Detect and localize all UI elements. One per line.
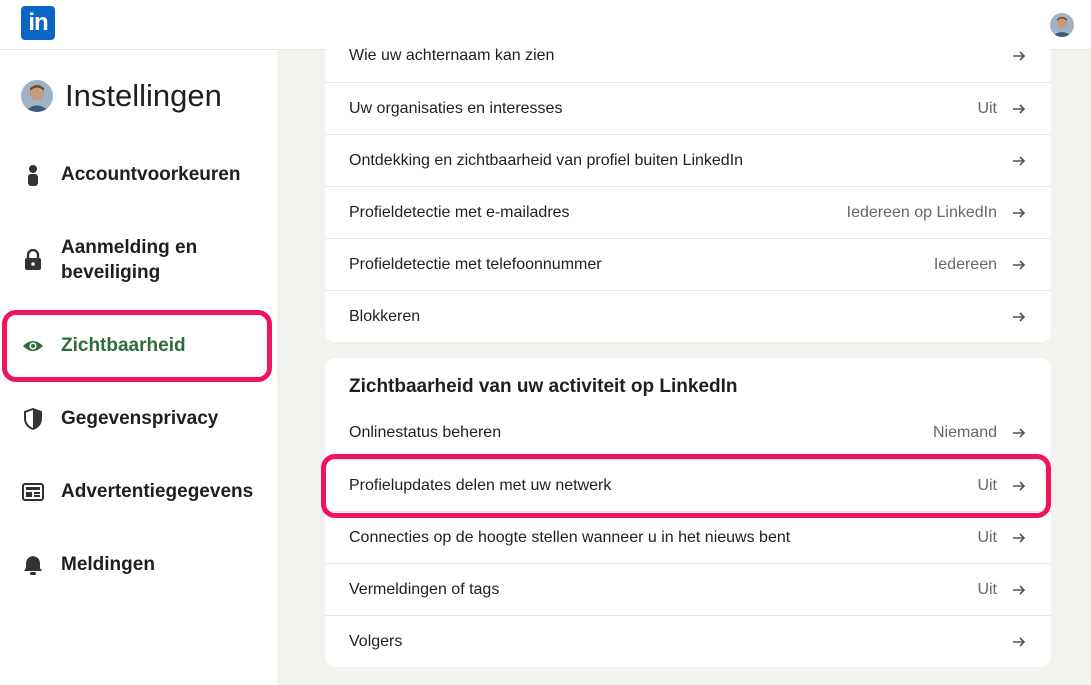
setting-label: Onlinestatus beheren xyxy=(349,424,502,441)
arrow-right-icon xyxy=(1011,634,1027,650)
setting-value: Uit xyxy=(977,99,997,117)
settings-header: Instellingen xyxy=(21,78,222,114)
setting-row-onlinestatus[interactable]: Onlinestatus beheren Niemand xyxy=(325,407,1051,459)
setting-row-email-detectie[interactable]: Profieldetectie met e-mailadres Iedereen… xyxy=(325,186,1051,238)
profile-visibility-card: Wie uw achternaam kan zien Uw organisati… xyxy=(325,30,1051,342)
sidebar-item-aanmelding-en-beveiliging[interactable]: Aanmelding en beveiliging xyxy=(22,235,272,285)
setting-label: Blokkeren xyxy=(349,307,421,325)
lock-icon xyxy=(22,249,44,271)
setting-label: Connecties op de hoogte stellen wanneer … xyxy=(349,528,791,546)
shield-icon xyxy=(22,407,44,430)
setting-row-organisaties[interactable]: Uw organisaties en interesses Uit xyxy=(325,82,1051,134)
arrow-right-icon xyxy=(1011,530,1027,546)
arrow-right-icon xyxy=(1011,425,1027,441)
newspaper-icon xyxy=(22,481,44,503)
setting-row-vermeldingen[interactable]: Vermeldingen of tags Uit xyxy=(325,563,1051,615)
avatar[interactable] xyxy=(1050,13,1074,37)
arrow-right-icon xyxy=(1011,257,1027,273)
setting-value: Iedereen op LinkedIn xyxy=(846,203,997,221)
person-icon xyxy=(22,164,44,186)
page-title: Instellingen xyxy=(65,78,222,113)
sidebar-item-label: Meldingen xyxy=(61,554,155,575)
linkedin-logo[interactable]: in xyxy=(21,6,55,40)
arrow-right-icon xyxy=(1011,582,1027,598)
setting-row-volgers[interactable]: Volgers xyxy=(325,615,1051,667)
setting-label: Profieldetectie met telefoonnummer xyxy=(349,255,602,273)
setting-label: Profieldetectie met e-mailadres xyxy=(349,203,570,221)
sidebar-item-label: Advertentiegegevens xyxy=(61,481,254,502)
section-title: Zichtbaarheid van uw activiteit op Linke… xyxy=(349,376,738,397)
sidebar-item-label: Accountvoorkeuren xyxy=(61,164,241,185)
sidebar-item-gegevensprivacy[interactable]: Gegevensprivacy xyxy=(22,406,272,431)
setting-value: Uit xyxy=(977,580,997,598)
setting-value: Iedereen xyxy=(933,255,997,273)
arrow-right-icon xyxy=(1011,101,1027,117)
setting-value: Niemand xyxy=(932,424,997,441)
sidebar-item-label: Aanmelding en beveiliging xyxy=(61,237,198,283)
avatar xyxy=(21,80,53,112)
sidebar-item-accountvoorkeuren[interactable]: Accountvoorkeuren xyxy=(22,162,272,187)
setting-label: Ontdekking en zichtbaarheid van profiel … xyxy=(349,151,744,169)
annotation-highlight-row xyxy=(321,454,1051,518)
setting-label: Uw organisaties en interesses xyxy=(349,99,563,117)
arrow-right-icon xyxy=(1011,48,1027,64)
setting-label: Wie uw achternaam kan zien xyxy=(349,47,555,64)
arrow-right-icon xyxy=(1011,309,1027,325)
setting-row-connecties-nieuws[interactable]: Connecties op de hoogte stellen wanneer … xyxy=(325,511,1051,563)
sidebar-item-label: Gegevensprivacy xyxy=(61,408,219,429)
sidebar-item-meldingen[interactable]: Meldingen xyxy=(22,552,272,577)
setting-row-ontdekking[interactable]: Ontdekking en zichtbaarheid van profiel … xyxy=(325,134,1051,186)
setting-value: Uit xyxy=(977,528,997,546)
sidebar-item-advertentiegegevens[interactable]: Advertentiegegevens xyxy=(22,479,272,504)
setting-row-telefoon-detectie[interactable]: Profieldetectie met telefoonnummer Ieder… xyxy=(325,238,1051,290)
annotation-highlight-sidebar xyxy=(2,310,272,382)
bell-icon xyxy=(22,554,44,576)
setting-row-blokkeren[interactable]: Blokkeren xyxy=(325,290,1051,342)
arrow-right-icon xyxy=(1011,153,1027,169)
setting-row-achternaam[interactable]: Wie uw achternaam kan zien xyxy=(325,30,1051,82)
setting-label: Volgers xyxy=(349,632,403,650)
setting-label: Vermeldingen of tags xyxy=(349,580,500,598)
arrow-right-icon xyxy=(1011,205,1027,221)
